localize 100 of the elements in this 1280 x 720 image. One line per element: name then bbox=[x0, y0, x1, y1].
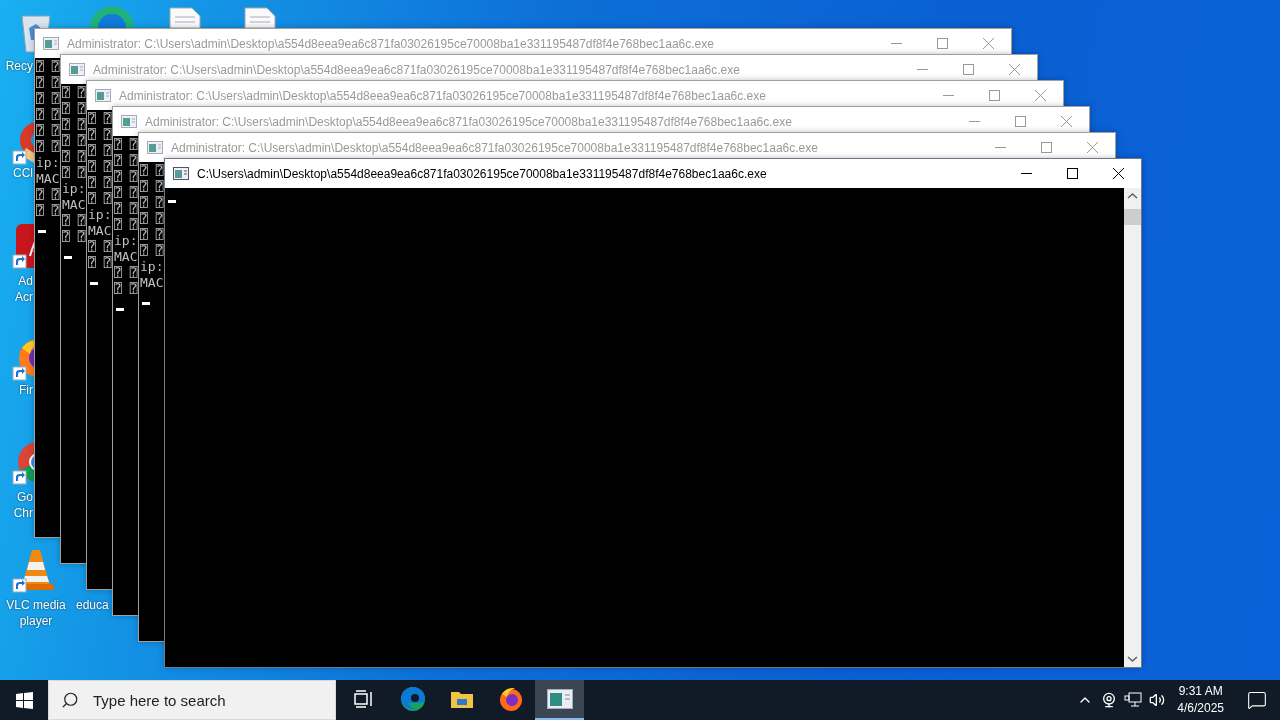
window-title: Administrator: C:\Users\admin\Desktop\a554d8eea9ea6c871fa03026195ce70008ba1e331195487df8f4e768bec1aa6c.exe bbox=[93, 62, 741, 77]
console-text: ⍰ ⍰ bbox=[114, 185, 138, 201]
maximize-icon bbox=[1066, 168, 1078, 179]
console-text: ⍰ ⍰ bbox=[140, 211, 164, 227]
console-text: ⍰ ⍰ bbox=[88, 111, 112, 127]
console-text: ⍰ ⍰ bbox=[114, 265, 138, 281]
minimize-icon bbox=[916, 69, 928, 70]
console-text: ip: bbox=[88, 207, 112, 223]
console-text: ⍰ ⍰ bbox=[114, 153, 138, 169]
console-window-icon bbox=[69, 63, 85, 76]
task-view-icon bbox=[353, 690, 374, 708]
console-text: ⍰ ⍰ bbox=[62, 117, 86, 133]
console-text: ⍰ ⍰ bbox=[36, 187, 60, 203]
taskbar-app-button[interactable] bbox=[535, 680, 584, 720]
console-text: ⍰ ⍰ bbox=[88, 191, 112, 207]
console-text: ⍰ ⍰ bbox=[140, 227, 164, 243]
text-cursor bbox=[38, 230, 46, 233]
console-text: ⍰ ⍰ bbox=[114, 169, 138, 185]
maximize-icon bbox=[1014, 116, 1026, 127]
close-icon bbox=[982, 38, 994, 49]
console-text: ip: bbox=[62, 181, 86, 197]
window-title: Administrator: C:\Users\admin\Desktop\a554d8eea9ea6c871fa03026195ce70008ba1e331195487df8f4e768bec1aa6c.exe bbox=[119, 88, 767, 103]
text-cursor bbox=[90, 282, 98, 285]
clock-date: 4/6/2025 bbox=[1177, 700, 1224, 717]
window-title: C:\Users\admin\Desktop\a554d8eea9ea6c871fa03026195ce70008ba1e331195487df8f4e768bec1aa6c.exe bbox=[197, 166, 768, 181]
text-cursor bbox=[116, 308, 124, 311]
network-icon[interactable] bbox=[1124, 692, 1143, 708]
console-text: ⍰ ⍰ bbox=[88, 239, 112, 255]
clock[interactable]: 9:31 AM 4/6/2025 bbox=[1169, 683, 1234, 717]
console-text: ip: bbox=[140, 259, 164, 275]
text-cursor bbox=[142, 302, 150, 305]
console-text: ⍰ ⍰ bbox=[140, 179, 164, 195]
folder-icon bbox=[449, 689, 474, 709]
window-title: Administrator: C:\Users\admin\Desktop\a554d8eea9ea6c871fa03026195ce70008ba1e331195487df8f4e768bec1aa6c.exe bbox=[67, 36, 715, 51]
console-text: ⍰ ⍰ bbox=[62, 229, 86, 245]
search-icon bbox=[61, 691, 79, 709]
console-text: ip: bbox=[36, 155, 60, 171]
acrobat-icon bbox=[12, 222, 34, 270]
console-text: ⍰ ⍰ bbox=[88, 159, 112, 175]
text-cursor bbox=[64, 256, 72, 259]
desktop-icon-label[interactable]: Go bbox=[17, 490, 33, 504]
scrollbar[interactable] bbox=[1124, 188, 1141, 667]
desktop-icon-label[interactable]: CCl bbox=[13, 166, 33, 180]
console-text: ⍰ ⍰ bbox=[114, 137, 138, 153]
windows-logo-icon bbox=[15, 691, 33, 709]
console-text: ⍰ ⍰ bbox=[88, 127, 112, 143]
minimize-icon bbox=[942, 95, 954, 96]
maximize-icon bbox=[1040, 142, 1052, 153]
search-input[interactable]: Type here to search bbox=[91, 690, 315, 710]
firefox-icon bbox=[497, 686, 524, 712]
minimize-icon bbox=[890, 43, 902, 44]
notifications-icon[interactable] bbox=[1247, 690, 1267, 710]
clock-time: 9:31 AM bbox=[1178, 683, 1223, 700]
desktop-icon-label[interactable]: player bbox=[19, 614, 53, 628]
console-text: ⍰ ⍰ bbox=[140, 243, 164, 259]
desktop-icon-label[interactable]: Recy bbox=[5, 59, 33, 73]
desktop-icon-label[interactable]: educa bbox=[76, 598, 109, 612]
console-text: ⍰ ⍰ bbox=[62, 101, 86, 117]
console-text: MAC bbox=[88, 223, 112, 239]
console-text: ⍰ ⍰ bbox=[36, 107, 60, 123]
console-text: ⍰ ⍰ bbox=[88, 255, 112, 271]
console-text: ⍰ ⍰ bbox=[114, 201, 138, 217]
desktop-icon-label[interactable]: VLC media bbox=[6, 598, 66, 612]
minimize-icon bbox=[968, 121, 980, 122]
minimize-icon bbox=[1020, 173, 1032, 174]
close-icon bbox=[1086, 142, 1098, 153]
console-text: ⍰ ⍰ bbox=[62, 213, 86, 229]
console-text: ip: bbox=[114, 233, 138, 249]
desktop-icon-label[interactable]: Fir bbox=[19, 383, 33, 397]
close-icon bbox=[1008, 64, 1020, 75]
console-text: ⍰ ⍰ bbox=[114, 217, 138, 233]
console-text: ⍰ ⍰ bbox=[140, 163, 164, 179]
close-icon bbox=[1112, 168, 1124, 179]
edge-icon bbox=[399, 686, 426, 712]
volume-icon[interactable] bbox=[1149, 692, 1166, 708]
console-text: MAC bbox=[36, 171, 60, 187]
console-text: MAC bbox=[140, 275, 164, 291]
console-text: ⍰ ⍰ bbox=[36, 75, 60, 91]
console-window-icon bbox=[147, 141, 163, 154]
console-text: ⍰ ⍰ bbox=[88, 175, 112, 191]
webcam-icon[interactable] bbox=[1101, 692, 1118, 708]
console-text: ⍰ ⍰ bbox=[36, 91, 60, 107]
console-text: ⍰ ⍰ bbox=[36, 139, 60, 155]
console-text: ⍰ ⍰ bbox=[114, 281, 138, 297]
console-text: ⍰ ⍰ bbox=[62, 85, 86, 101]
close-icon bbox=[1060, 116, 1072, 127]
console-window-icon bbox=[43, 37, 59, 50]
desktop-icon-label[interactable]: Ad bbox=[18, 274, 33, 288]
console-window-icon bbox=[121, 115, 137, 128]
minimize-icon bbox=[994, 147, 1006, 148]
console-text: MAC bbox=[62, 197, 86, 213]
search-bar[interactable]: Type here to search bbox=[48, 680, 336, 720]
maximize-icon bbox=[988, 90, 1000, 101]
console-text: MAC bbox=[114, 249, 138, 265]
console-window-icon bbox=[546, 689, 573, 709]
scroll-thumb[interactable] bbox=[1124, 209, 1141, 225]
desktop-icon-label[interactable]: Acr bbox=[15, 290, 33, 304]
console-text: ⍰ ⍰ bbox=[36, 59, 60, 75]
desktop-icon-label[interactable]: Chr bbox=[13, 506, 33, 520]
console-text: ⍰ ⍰ bbox=[36, 203, 60, 219]
